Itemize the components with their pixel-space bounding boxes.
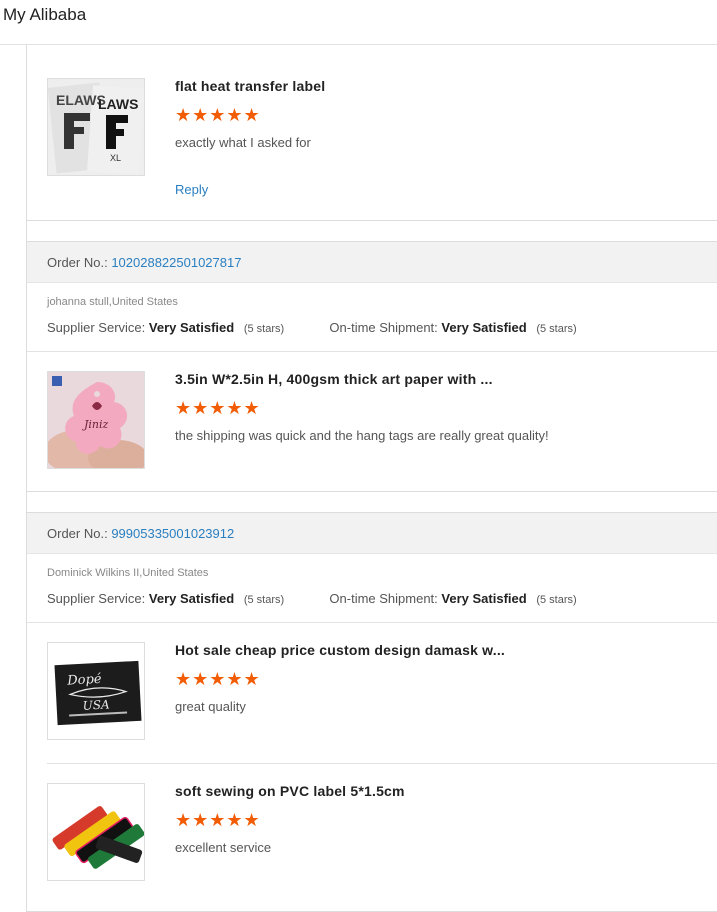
review-block-1: ELAWS LAWS XL flat heat transfer label ★… [26,45,717,221]
product-thumbnail[interactable]: Jiniz [47,371,145,469]
svg-text:Dopé: Dopé [66,672,102,689]
svg-text:LAWS: LAWS [98,96,138,112]
heat-transfer-label-image: ELAWS LAWS XL [48,79,144,175]
product-title[interactable]: soft sewing on PVC label 5*1.5cm [175,783,405,799]
review-comment: excellent service [175,840,272,855]
damask-label-image: Dopé USA [48,643,144,739]
shipment-stars: (5 stars) [536,594,577,606]
review-comment: exactly what I asked for [175,135,311,150]
rating-stars-icon: ★★★★★ [175,398,261,418]
order-number-label: Order No.: [47,526,108,541]
svg-text:Jiniz: Jiniz [82,418,109,431]
supplier-service-stars: (5 stars) [243,594,285,606]
rating-stars-icon: ★★★★★ [175,105,261,125]
app-title[interactable]: My Alibaba [3,5,86,25]
divider [47,763,717,764]
shipment-stars: (5 stars) [536,323,577,335]
reply-link[interactable]: Reply [175,182,208,197]
supplier-service-value: Very Satisfied [148,320,235,335]
buyer-info: johanna stull,United States [47,296,178,308]
top-bar: My Alibaba [0,0,717,45]
shipment-label: On-time Shipment: [329,591,438,606]
hang-tag-image: Jiniz [48,372,144,468]
product-title[interactable]: Hot sale cheap price custom design damas… [175,642,505,658]
order-header: Order No.: 102028822501027817 [27,242,717,283]
shipment-label: On-time Shipment: [329,320,438,335]
divider [27,622,717,623]
pvc-label-image [48,784,144,880]
supplier-service-label: Supplier Service: [47,591,146,606]
review-comment: the shipping was quick and the hang tags… [175,428,549,443]
order-header: Order No.: 99905335001023912 [27,513,717,554]
svg-text:XL: XL [110,153,121,163]
service-ratings: Supplier Service: Very Satisfied (5 star… [47,320,577,335]
buyer-info: Dominick Wilkins II,United States [47,567,209,579]
order-number-link[interactable]: 99905335001023912 [111,526,234,541]
divider [27,351,717,352]
supplier-service-label: Supplier Service: [47,320,146,335]
service-ratings: Supplier Service: Very Satisfied (5 star… [47,591,577,606]
product-thumbnail[interactable]: ELAWS LAWS XL [47,78,145,176]
rating-stars-icon: ★★★★★ [175,669,261,689]
shipment-value: Very Satisfied [441,591,527,606]
order-number-link[interactable]: 102028822501027817 [111,255,241,270]
shipment-value: Very Satisfied [441,320,527,335]
product-title[interactable]: 3.5in W*2.5in H, 400gsm thick art paper … [175,371,493,387]
rating-stars-icon: ★★★★★ [175,810,261,830]
order-block: Order No.: 99905335001023912 Dominick Wi… [26,512,717,912]
supplier-service-value: Very Satisfied [148,591,235,606]
product-thumbnail[interactable] [47,783,145,881]
order-block: Order No.: 102028822501027817 johanna st… [26,241,717,492]
supplier-service-stars: (5 stars) [243,323,285,335]
order-number-label: Order No.: [47,255,108,270]
review-comment: great quality [175,699,246,714]
product-thumbnail[interactable]: Dopé USA [47,642,145,740]
svg-text:USA: USA [82,697,110,712]
product-title[interactable]: flat heat transfer label [175,78,325,94]
